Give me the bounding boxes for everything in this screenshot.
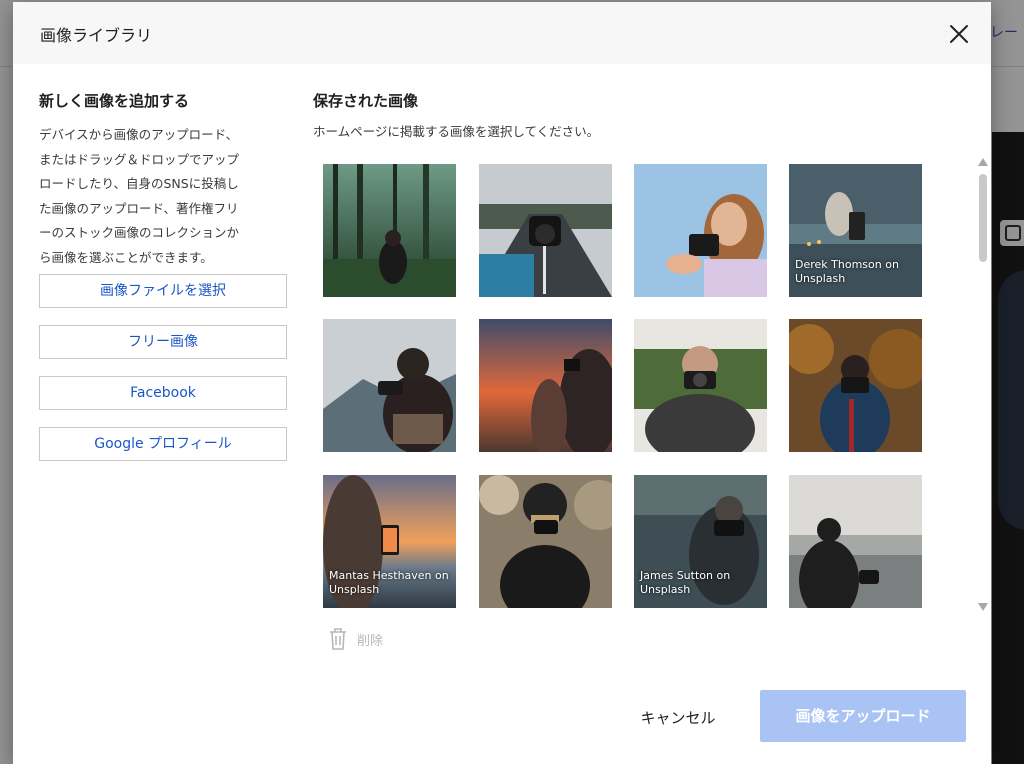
upload-image-button[interactable]: 画像をアップロード <box>760 690 966 742</box>
image-caption: Mantas Hesthaven on Unsplash <box>329 569 449 596</box>
image-thumbnail[interactable] <box>634 164 767 297</box>
image-thumbnail[interactable] <box>789 475 922 608</box>
add-image-title: 新しく画像を追加する <box>39 92 190 110</box>
image-thumbnail[interactable] <box>323 319 456 452</box>
hooded-photographer-photo <box>479 475 612 608</box>
delete-label: 削除 <box>357 633 384 649</box>
cancel-button[interactable]: キャンセル <box>625 702 731 734</box>
close-icon <box>950 25 968 43</box>
dialog-title: 画像ライブラリ <box>40 26 153 45</box>
scroll-up-arrow-icon[interactable] <box>977 157 989 167</box>
saved-images-subtitle: ホームページに掲載する画像を選択してください。 <box>313 124 600 139</box>
description-line: デバイスから画像のアップロード、 <box>39 127 239 142</box>
mountain-photographer-photo <box>323 319 456 452</box>
scroll-down-arrow-icon[interactable] <box>977 602 989 612</box>
beach-photographer-photo <box>789 475 922 608</box>
image-thumbnail[interactable] <box>479 319 612 452</box>
dialog-header: 画像ライブラリ <box>13 2 991 64</box>
trash-icon <box>330 628 346 650</box>
image-thumbnail[interactable] <box>479 164 612 297</box>
image-library-dialog: 画像ライブラリ 新しく画像を追加する デバイスから画像のアップロード、 またはド… <box>13 2 991 764</box>
google-profile-button[interactable]: Google プロフィール <box>39 427 287 461</box>
image-thumbnail[interactable]: James Sutton on Unsplash <box>634 475 767 608</box>
image-thumbnail[interactable]: Derek Thomson on Unsplash <box>789 164 922 297</box>
description-line: ロードしたり、自身のSNSに投稿し <box>39 176 239 191</box>
image-thumbnail[interactable] <box>789 319 922 452</box>
image-caption: James Sutton on Unsplash <box>640 569 731 596</box>
autumn-photographer-photo <box>789 319 922 452</box>
forest-photo <box>323 164 456 297</box>
image-thumbnail[interactable] <box>634 319 767 452</box>
scrollbar-thumb[interactable] <box>979 174 987 262</box>
bearded-photographer-photo <box>634 164 767 297</box>
add-image-panel: 新しく画像を追加する デバイスから画像のアップロード、 またはドラッグ＆ドロップ… <box>39 90 289 270</box>
image-thumbnail[interactable]: Mantas Hesthaven on Unsplash <box>323 475 456 608</box>
close-button[interactable] <box>945 20 973 48</box>
road-camera-photo <box>479 164 612 297</box>
description-line: た画像のアップロード、著作権フリ <box>39 200 239 216</box>
image-thumbnail[interactable] <box>479 475 612 608</box>
image-caption: Derek Thomson on Unsplash <box>795 258 899 285</box>
image-thumbnail[interactable] <box>323 164 456 297</box>
description-line: ーのストック画像のコレクションか <box>39 225 240 240</box>
free-images-button[interactable]: フリー画像 <box>39 325 287 359</box>
description-line: またはドラッグ＆ドロップでアップ <box>39 151 240 167</box>
select-image-file-button[interactable]: 画像ファイルを選択 <box>39 274 287 308</box>
saved-images-title: 保存された画像 <box>313 92 419 110</box>
sunset-couple-photo <box>479 319 612 452</box>
description-line: ら画像を選ぶことができます。 <box>39 249 213 265</box>
delete-button[interactable]: 削除 <box>327 627 383 651</box>
facebook-button[interactable]: Facebook <box>39 376 287 410</box>
add-image-description: デバイスから画像のアップロード、 またはドラッグ＆ドロップでアップ ロードしたり… <box>39 123 289 270</box>
man-with-camera-photo <box>634 319 767 452</box>
saved-images-panel: 保存された画像 ホームページに掲載する画像を選択してください。 <box>313 90 963 140</box>
